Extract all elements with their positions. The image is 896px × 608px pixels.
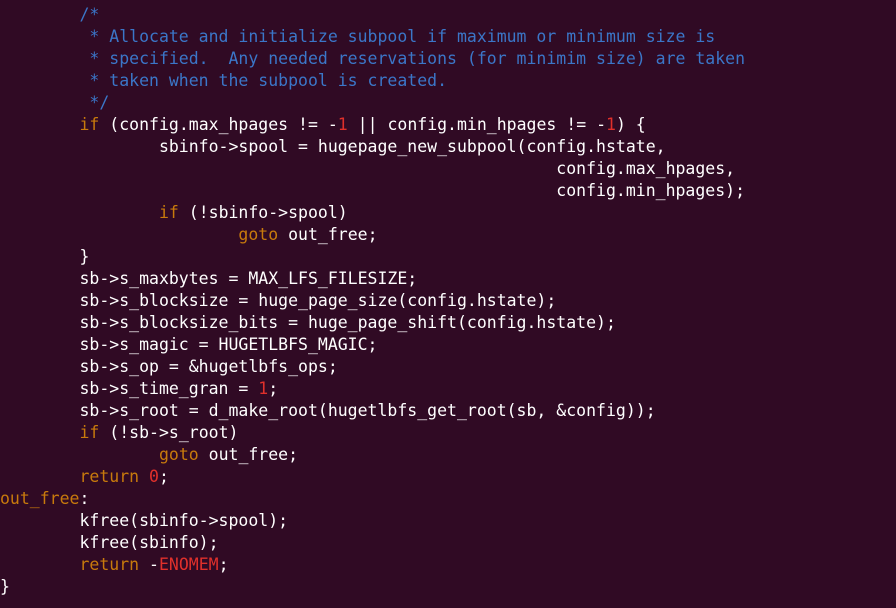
- code-token: sb->s_maxbytes = MAX_LFS_FILESIZE;: [0, 269, 418, 288]
- number-token: 1: [337, 115, 348, 134]
- terminal-code-view[interactable]: /* * Allocate and initialize subpool if …: [0, 0, 896, 608]
- code-line: */: [0, 92, 896, 114]
- code-line: /*: [0, 4, 896, 26]
- code-line: * Allocate and initialize subpool if max…: [0, 26, 896, 48]
- code-token: out_free;: [198, 445, 299, 464]
- code-token: || config.min_hpages != -: [347, 115, 606, 134]
- code-token: sb->s_magic = HUGETLBFS_MAGIC;: [0, 335, 378, 354]
- number-token: 1: [606, 115, 616, 134]
- keyword-token: goto: [238, 225, 279, 244]
- code-line: return -ENOMEM;: [0, 554, 896, 576]
- code-token: ;: [218, 555, 229, 574]
- code-token: sb->s_blocksize_bits = huge_page_shift(c…: [0, 313, 616, 332]
- code-token: config.min_hpages);: [0, 181, 746, 200]
- code-token: ) {: [615, 115, 646, 134]
- number-token: 0: [149, 467, 159, 486]
- code-token: kfree(sbinfo->spool);: [0, 511, 289, 530]
- comment-token: */: [0, 93, 110, 112]
- code-token: (config.max_hpages != -: [99, 115, 338, 134]
- code-token: sb->s_op = &hugetlbfs_ops;: [0, 357, 338, 376]
- code-line: sb->s_maxbytes = MAX_LFS_FILESIZE;: [0, 268, 896, 290]
- code-token: sbinfo->spool = hugepage_new_subpool(con…: [0, 137, 666, 156]
- code-line: sb->s_op = &hugetlbfs_ops;: [0, 356, 896, 378]
- keyword-token: return: [79, 555, 140, 574]
- code-token: config.max_hpages,: [0, 159, 736, 178]
- comment-token: * specified. Any needed reservations (fo…: [0, 49, 746, 68]
- code-line: * specified. Any needed reservations (fo…: [0, 48, 896, 70]
- code-line: }: [0, 576, 896, 598]
- number-token: 1: [258, 379, 269, 398]
- code-line: kfree(sbinfo);: [0, 532, 896, 554]
- code-line: return 0;: [0, 466, 896, 488]
- code-line: goto out_free;: [0, 224, 896, 246]
- code-line: config.max_hpages,: [0, 158, 896, 180]
- comment-token: * taken when the subpool is created.: [0, 71, 448, 90]
- keyword-token: if: [79, 115, 100, 134]
- code-line: config.min_hpages);: [0, 180, 896, 202]
- code-token: -: [139, 555, 159, 574]
- code-line: * taken when the subpool is created.: [0, 70, 896, 92]
- code-token: ;: [268, 379, 279, 398]
- code-token: sb->s_blocksize = huge_page_size(config.…: [0, 291, 557, 310]
- code-token: sb->s_root = d_make_root(hugetlbfs_get_r…: [0, 401, 656, 420]
- code-token: (!sb->s_root): [99, 423, 239, 442]
- comment-token: * Allocate and initialize subpool if max…: [0, 27, 716, 46]
- code-line: if (!sbinfo->spool): [0, 202, 896, 224]
- code-line: sb->s_magic = HUGETLBFS_MAGIC;: [0, 334, 896, 356]
- keyword-token: if: [158, 203, 179, 222]
- code-line: goto out_free;: [0, 444, 896, 466]
- comment-token: /*: [79, 5, 100, 24]
- code-token: }: [0, 577, 10, 596]
- code-line: sb->s_time_gran = 1;: [0, 378, 896, 400]
- code-line: }: [0, 246, 896, 268]
- code-token: ;: [158, 467, 169, 486]
- code-line: sbinfo->spool = hugepage_new_subpool(con…: [0, 136, 896, 158]
- keyword-token: return: [79, 467, 140, 486]
- code-token: kfree(sbinfo);: [0, 533, 219, 552]
- code-token: out_free;: [278, 225, 378, 244]
- keyword-token: if: [79, 423, 100, 442]
- number-token: ENOMEM: [158, 555, 219, 574]
- code-line: out_free:: [0, 488, 896, 510]
- code-token: (!sbinfo->spool): [178, 203, 348, 222]
- code-token: sb->s_time_gran =: [0, 379, 259, 398]
- code-token: :: [79, 489, 90, 508]
- code-line: if (!sb->s_root): [0, 422, 896, 444]
- code-line: kfree(sbinfo->spool);: [0, 510, 896, 532]
- code-line: sb->s_blocksize_bits = huge_page_shift(c…: [0, 312, 896, 334]
- code-line: sb->s_root = d_make_root(hugetlbfs_get_r…: [0, 400, 896, 422]
- code-line: sb->s_blocksize = huge_page_size(config.…: [0, 290, 896, 312]
- label-token: out_free: [0, 489, 80, 508]
- code-token: }: [0, 247, 90, 266]
- code-line: if (config.max_hpages != -1 || config.mi…: [0, 114, 896, 136]
- keyword-token: goto: [158, 445, 199, 464]
